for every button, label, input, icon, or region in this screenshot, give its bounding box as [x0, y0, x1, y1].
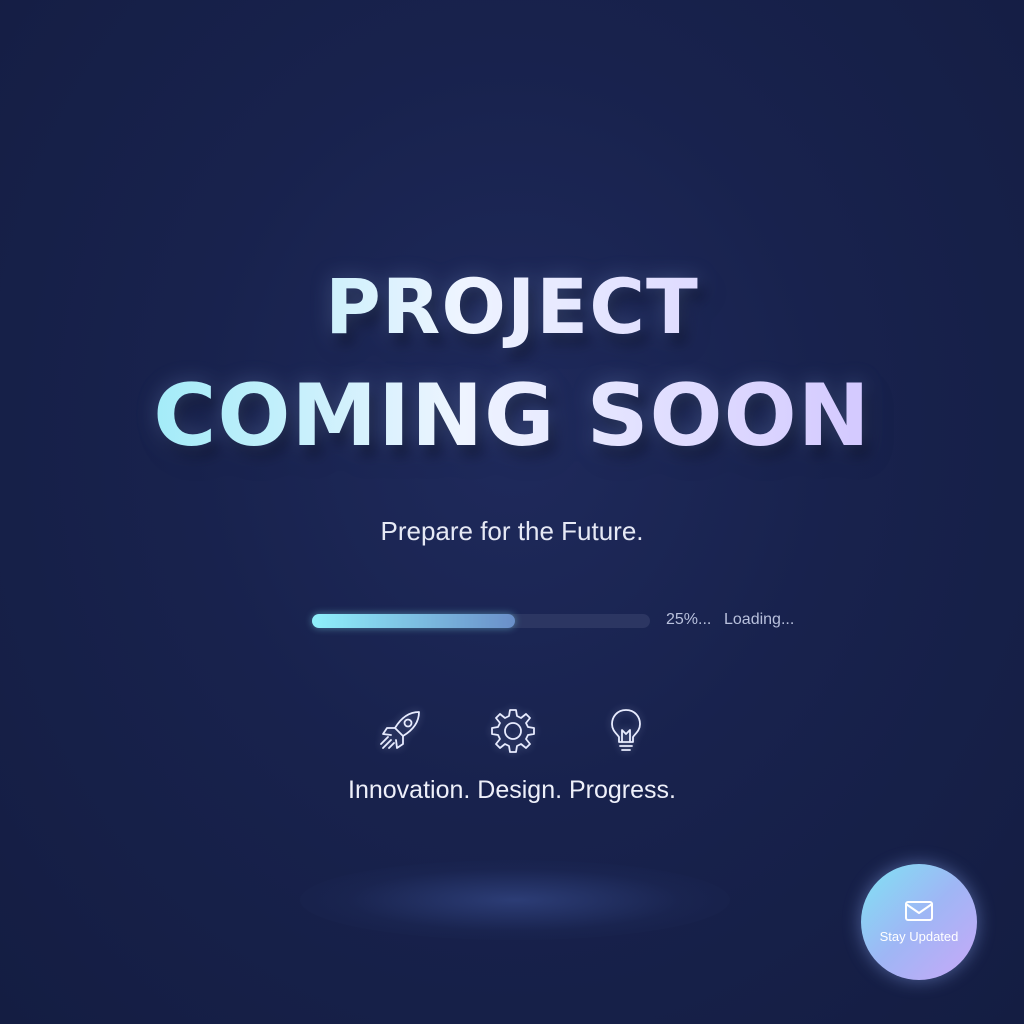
values-caption: Innovation. Design. Progress. [348, 776, 676, 804]
hero-title-line-2: COMING SOON [0, 366, 1024, 466]
progress-percent-label: 25%... [666, 611, 712, 628]
progress-bar-fill [312, 614, 515, 628]
progress-status-label: Loading... [724, 611, 795, 628]
progress-bar [312, 614, 650, 628]
hero-tagline: Prepare for the Future. [380, 516, 644, 546]
mail-icon [905, 901, 933, 921]
floor-glow [300, 860, 730, 940]
stay-updated-label: Stay Updated [879, 929, 959, 944]
stay-updated-button[interactable]: Stay Updated [861, 864, 977, 980]
hero-title-line-1: PROJECT [0, 262, 1024, 352]
lightbulb-icon [601, 706, 651, 756]
coming-soon-page: PROJECT COMING SOON Prepare for the Futu… [0, 0, 1024, 1024]
rocket-icon [375, 706, 425, 756]
gear-icon [488, 706, 538, 756]
